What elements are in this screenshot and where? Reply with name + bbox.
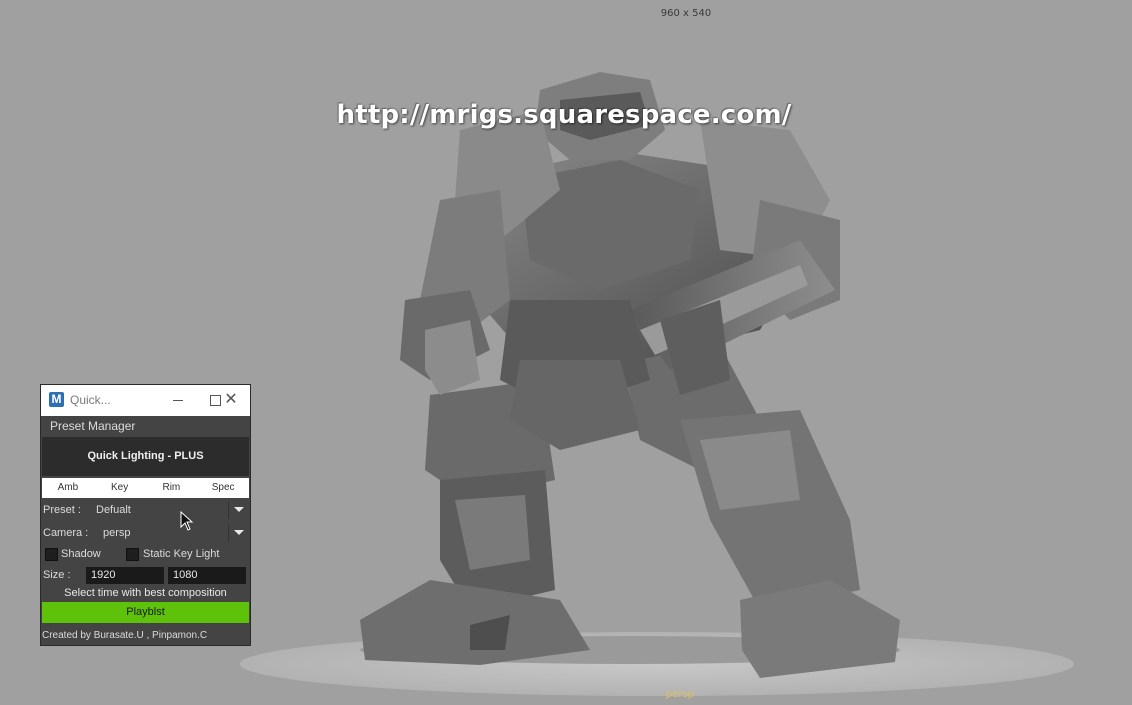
minimize-icon [173, 400, 183, 402]
quick-lighting-window[interactable]: M Quick... ✕ Preset Manager Quick Lighti… [40, 384, 251, 646]
tab-key[interactable]: Key [94, 478, 146, 498]
mouse-cursor-icon [180, 511, 194, 531]
chevron-down-icon[interactable] [234, 530, 244, 535]
size-width-field[interactable]: 1920 [86, 567, 164, 584]
preset-label: Preset : [43, 504, 81, 516]
maya-app-icon: M [49, 392, 64, 407]
preset-dropdown[interactable]: Defualt [96, 504, 131, 516]
playblast-button[interactable]: Playblst [42, 602, 249, 623]
preset-dropdown-separator [228, 501, 229, 519]
size-label: Size : [43, 569, 71, 581]
close-button[interactable]: ✕ [211, 385, 251, 416]
tab-amb[interactable]: Amb [42, 478, 94, 498]
tool-header: Quick Lighting - PLUS [42, 437, 249, 476]
minimize-button[interactable] [158, 385, 198, 416]
right-foot [740, 580, 900, 678]
static-key-light-label: Static Key Light [143, 548, 220, 560]
light-tabs: Amb Key Rim Spec [42, 478, 249, 498]
window-titlebar[interactable]: M Quick... ✕ [41, 385, 250, 416]
credits-text: Created by Burasate.U , Pinpamon.C [42, 630, 208, 641]
camera-label: Camera : [43, 527, 89, 539]
camera-name-label: persp [665, 689, 695, 700]
menu-preset-manager[interactable]: Preset Manager [50, 419, 135, 433]
hint-text: Select time with best composition [64, 587, 227, 599]
window-title: Quick... [70, 393, 111, 407]
camera-dropdown[interactable]: persp [103, 527, 131, 539]
left-foot [360, 580, 590, 665]
left-fist [425, 320, 480, 395]
website-watermark: http://mrigs.squarespace.com/ [336, 100, 792, 130]
chevron-down-icon[interactable] [234, 507, 244, 512]
size-height-field[interactable]: 1080 [168, 567, 246, 584]
tab-spec[interactable]: Spec [197, 478, 249, 498]
static-key-light-checkbox[interactable] [126, 548, 139, 561]
close-icon: ✕ [224, 391, 238, 408]
shadow-checkbox[interactable] [45, 548, 58, 561]
camera-dropdown-separator [228, 524, 229, 542]
tab-rim[interactable]: Rim [146, 478, 198, 498]
shadow-label: Shadow [61, 548, 101, 560]
